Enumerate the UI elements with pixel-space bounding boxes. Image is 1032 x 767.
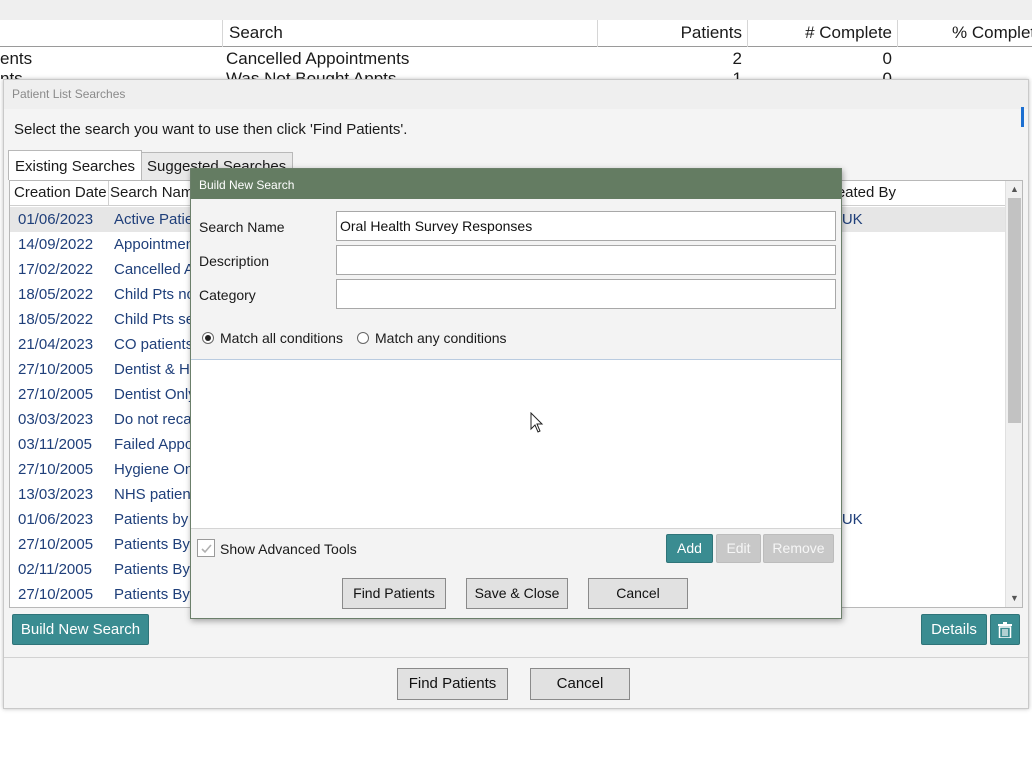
dialog-title: Patient List Searches <box>12 87 126 101</box>
row-name-fragment: ents <box>0 49 33 68</box>
row-search-name: Do not reca <box>114 411 192 428</box>
column-separator <box>597 20 598 47</box>
match-any-label: Match any conditions <box>375 330 507 346</box>
row-patients: 2 <box>732 49 742 68</box>
tab-existing-searches[interactable]: Existing Searches <box>8 150 143 180</box>
column-separator <box>897 20 898 47</box>
list-scrollbar[interactable]: ▲ ▼ <box>1005 181 1022 607</box>
row-creation-date: 27/10/2005 <box>18 361 94 378</box>
row-search-name: Patients By <box>114 561 190 578</box>
row-creation-date: 03/03/2023 <box>18 411 94 428</box>
row-search-name: Dentist & Hy <box>114 361 198 378</box>
show-advanced-tools-label: Show Advanced Tools <box>220 541 357 557</box>
row-patients: 1 <box>732 69 742 79</box>
row-creation-date: 17/02/2022 <box>18 261 94 278</box>
column-separator <box>108 181 109 206</box>
scroll-up-icon[interactable]: ▲ <box>1006 181 1023 198</box>
row-creation-date: 27/10/2005 <box>18 461 94 478</box>
row-search-name: Patients By <box>114 586 190 603</box>
column-header-percent-complete[interactable]: % Complet <box>952 23 1032 43</box>
row-search-name: Failed Appo <box>114 436 194 453</box>
selection-edge-indicator <box>1021 107 1024 127</box>
row-search-name: Patients by <box>114 511 189 528</box>
row-search-name: NHS patient <box>114 486 195 503</box>
table-row[interactable]: nts Was Not Bought Appts 1 0 <box>0 68 1032 79</box>
table-row[interactable]: ents Cancelled Appointments 2 0 <box>0 48 1032 68</box>
cancel-button[interactable]: Cancel <box>588 578 688 609</box>
radio-unselected-icon <box>357 332 369 344</box>
remove-condition-button[interactable]: Remove <box>763 534 834 563</box>
radio-selected-icon <box>202 332 214 344</box>
row-creation-date: 27/10/2005 <box>18 536 94 553</box>
edit-condition-button[interactable]: Edit <box>716 534 761 563</box>
description-label: Description <box>199 253 270 269</box>
save-close-button[interactable]: Save & Close <box>466 578 568 609</box>
search-name-label: Search Name <box>199 219 285 235</box>
category-input[interactable] <box>336 279 836 309</box>
check-icon <box>201 544 212 554</box>
description-input[interactable] <box>336 245 836 275</box>
row-creation-date: 27/10/2005 <box>18 586 94 603</box>
row-creation-date: 14/09/2022 <box>18 236 94 253</box>
category-label: Category <box>199 287 256 303</box>
column-header-complete[interactable]: # Complete <box>750 23 892 43</box>
row-search-name: Patients By <box>114 536 190 553</box>
build-new-search-dialog: Build New Search Search Name Description… <box>190 168 842 619</box>
row-creation-date: 18/05/2022 <box>18 286 94 303</box>
row-complete: 0 <box>882 49 892 68</box>
row-creation-date: 01/06/2023 <box>18 211 94 228</box>
find-patients-button[interactable]: Find Patients <box>342 578 446 609</box>
row-creation-date: 27/10/2005 <box>18 386 94 403</box>
row-search-name: Hygiene On <box>114 461 194 478</box>
footer-divider <box>4 657 1028 658</box>
row-search: Cancelled Appointments <box>226 49 410 68</box>
match-any-radio[interactable]: Match any conditions <box>357 330 507 346</box>
conditions-area[interactable] <box>191 359 841 529</box>
row-creation-date: 02/11/2005 <box>18 561 92 578</box>
row-creation-date: 01/06/2023 <box>18 511 94 528</box>
match-all-label: Match all conditions <box>220 330 343 346</box>
details-button[interactable]: Details <box>921 614 987 645</box>
column-separator <box>222 20 223 47</box>
column-header-patients[interactable]: Patients <box>600 23 742 43</box>
build-new-search-button[interactable]: Build New Search <box>12 614 149 645</box>
row-search-name: Appointmen <box>114 236 195 253</box>
column-separator <box>747 20 748 47</box>
column-header-search-name[interactable]: Search Name <box>110 184 202 201</box>
row-search-name: Dentist Only <box>114 386 196 403</box>
row-search-name: CO patients <box>114 336 194 353</box>
row-name-fragment: nts <box>0 69 23 79</box>
delete-button[interactable] <box>990 614 1020 645</box>
mouse-pointer-icon <box>530 412 544 433</box>
row-search-name: Child Pts no <box>114 286 195 303</box>
row-search-name: Active Patie <box>114 211 194 228</box>
instruction-text: Select the search you want to use then c… <box>14 121 408 138</box>
find-patients-button[interactable]: Find Patients <box>397 668 508 700</box>
row-creation-date: 21/04/2023 <box>18 336 94 353</box>
dialog-title: Build New Search <box>191 169 841 199</box>
row-search: Was Not Bought Appts <box>226 69 397 79</box>
row-search-name: Cancelled A <box>114 261 195 278</box>
scrollbar-thumb[interactable] <box>1008 198 1021 423</box>
row-creation-date: 13/03/2023 <box>18 486 94 503</box>
trash-icon <box>998 622 1012 638</box>
column-header-creation-date[interactable]: Creation Date <box>14 184 107 201</box>
row-creation-date: 03/11/2005 <box>18 436 92 453</box>
row-search-name: Child Pts se <box>114 311 195 328</box>
column-header-search[interactable]: Search <box>229 23 283 43</box>
row-complete: 0 <box>882 69 892 79</box>
background-toolbar <box>0 0 1032 20</box>
add-condition-button[interactable]: Add <box>666 534 713 563</box>
cancel-button[interactable]: Cancel <box>530 668 630 700</box>
background-table-header: Search Patients # Complete % Complet <box>0 20 1032 47</box>
search-name-input[interactable] <box>336 211 836 241</box>
row-creation-date: 18/05/2022 <box>18 311 94 328</box>
show-advanced-tools-checkbox[interactable] <box>197 539 215 557</box>
scroll-down-icon[interactable]: ▼ <box>1006 590 1023 607</box>
match-all-radio[interactable]: Match all conditions <box>202 330 343 346</box>
